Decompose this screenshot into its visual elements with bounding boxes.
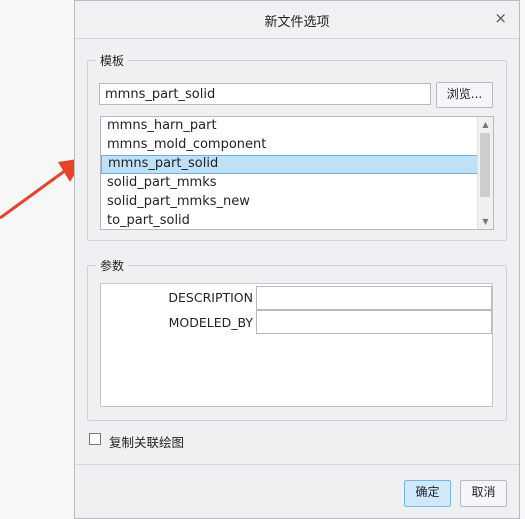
copy-drawing-checkbox[interactable] bbox=[89, 433, 101, 445]
copy-drawing-label: 复制关联绘图 bbox=[109, 435, 185, 450]
list-item-mmns-part-solid[interactable]: mmns_part_solid bbox=[101, 155, 478, 174]
param-label-modeled-by: MODELED_BY bbox=[168, 315, 253, 330]
ok-button[interactable]: 确定 bbox=[404, 480, 451, 507]
list-item-mmns-harn-part[interactable]: mmns_harn_part bbox=[101, 117, 478, 136]
list-item-solid-part-mmks[interactable]: solid_part_mmks bbox=[101, 174, 478, 193]
title-bar: 新文件选项 × bbox=[75, 1, 519, 39]
template-list[interactable]: mmns_harn_part mmns_mold_component mmns_… bbox=[100, 116, 494, 230]
browse-button[interactable]: 浏览... bbox=[436, 82, 493, 108]
params-legend: 参数 bbox=[100, 259, 125, 273]
param-label-description: DESCRIPTION bbox=[168, 290, 253, 305]
cancel-button[interactable]: 取消 bbox=[460, 480, 507, 507]
list-item-to-part-solid[interactable]: to_part_solid bbox=[101, 212, 478, 229]
scroll-down-icon[interactable]: ▼ bbox=[478, 214, 493, 229]
template-input[interactable] bbox=[99, 83, 431, 105]
dialog-title: 新文件选项 bbox=[264, 15, 330, 30]
description-field[interactable] bbox=[256, 286, 492, 310]
list-scrollbar[interactable]: ▲ ▼ bbox=[477, 117, 493, 229]
modeled-by-field[interactable] bbox=[256, 310, 492, 334]
new-file-options-dialog: 新文件选项 × 模板 浏览... mmns_harn_part mmns_mol… bbox=[74, 0, 520, 519]
template-legend: 模板 bbox=[100, 54, 125, 68]
scroll-up-icon[interactable]: ▲ bbox=[478, 117, 493, 132]
footer-divider bbox=[75, 464, 519, 465]
params-table: DESCRIPTION MODELED_BY bbox=[100, 283, 493, 407]
scroll-thumb[interactable] bbox=[480, 133, 490, 197]
close-icon[interactable]: × bbox=[494, 9, 507, 27]
background-left bbox=[0, 0, 74, 519]
list-item-solid-part-mmks-new[interactable]: solid_part_mmks_new bbox=[101, 193, 478, 212]
background-right bbox=[520, 0, 525, 519]
list-item-mmns-mold-component[interactable]: mmns_mold_component bbox=[101, 136, 478, 155]
